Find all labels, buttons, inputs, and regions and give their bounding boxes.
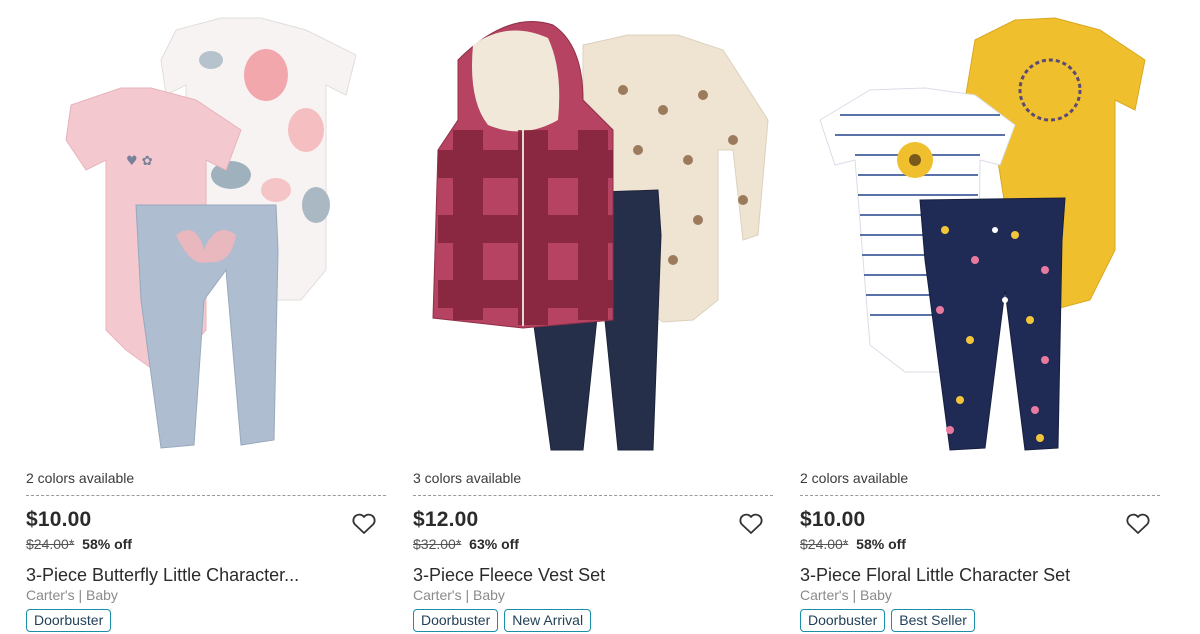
original-price-row: $24.00* 58% off [800,536,906,552]
product-card[interactable]: 2 colors available $10.00 $24.00* 58% of… [800,0,1160,634]
discount-percent: 63% off [469,536,519,552]
colors-available: 2 colors available [26,470,135,486]
original-price: $32.00* [413,536,462,552]
product-brand: Carter's | Baby [26,587,118,603]
badge-list: Doorbuster New Arrival [413,609,592,632]
heart-outline-icon[interactable] [738,512,764,536]
badge-new-arrival: New Arrival [504,609,592,632]
colors-available: 2 colors available [800,470,909,486]
product-image[interactable] [413,0,773,462]
discount-percent: 58% off [856,536,906,552]
sale-price: $10.00 [800,508,866,531]
product-grid: ♥ ✿ 2 colors available $10.00 $24.00* 58… [0,0,1200,634]
heart-outline-icon[interactable] [1125,512,1151,536]
discount-percent: 58% off [82,536,132,552]
divider [800,495,1160,496]
svg-text:♥ ✿: ♥ ✿ [126,154,153,169]
divider [26,495,386,496]
product-card[interactable]: ♥ ✿ 2 colors available $10.00 $24.00* 58… [26,0,386,634]
badge-best-seller: Best Seller [891,609,975,632]
original-price: $24.00* [26,536,75,552]
product-card[interactable]: 3 colors available $12.00 $32.00* 63% of… [413,0,773,634]
product-brand: Carter's | Baby [413,587,505,603]
product-title[interactable]: 3-Piece Butterfly Little Character... [26,565,299,586]
sale-price: $10.00 [26,508,92,531]
sale-price: $12.00 [413,508,479,531]
original-price-row: $24.00* 58% off [26,536,132,552]
product-image[interactable]: ♥ ✿ [26,0,386,462]
badge-doorbuster: Doorbuster [26,609,112,632]
product-brand: Carter's | Baby [800,587,892,603]
badge-doorbuster: Doorbuster [800,609,886,632]
product-title[interactable]: 3-Piece Floral Little Character Set [800,565,1070,586]
product-title[interactable]: 3-Piece Fleece Vest Set [413,565,605,586]
product-image[interactable] [800,0,1160,462]
badge-doorbuster: Doorbuster [413,609,499,632]
original-price-row: $32.00* 63% off [413,536,519,552]
divider [413,495,773,496]
badge-list: Doorbuster [26,609,112,632]
colors-available: 3 colors available [413,470,522,486]
heart-outline-icon[interactable] [351,512,377,536]
badge-list: Doorbuster Best Seller [800,609,975,632]
original-price: $24.00* [800,536,849,552]
